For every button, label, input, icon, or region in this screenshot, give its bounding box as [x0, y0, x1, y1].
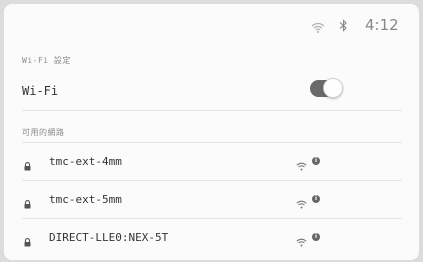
wifi-settings-header: Wi-Fi 設定	[22, 56, 71, 65]
lock-icon	[24, 232, 31, 251]
wifi-toggle-label: Wi-Fi	[22, 84, 59, 98]
network-item[interactable]: tmc-ext-4mm i	[4, 144, 419, 180]
network-name: tmc-ext-4mm	[49, 155, 122, 168]
wifi-signal-icon	[296, 194, 307, 213]
toggle-knob	[323, 78, 343, 98]
info-icon[interactable]: i	[312, 233, 320, 241]
wifi-toggle-row[interactable]: Wi-Fi	[4, 72, 419, 108]
wifi-signal-icon	[296, 232, 307, 251]
bluetooth-icon	[339, 17, 348, 36]
info-icon[interactable]: i	[312, 157, 320, 165]
divider	[22, 180, 402, 181]
divider	[22, 218, 402, 219]
network-item[interactable]: DIRECT-LLE0:NEX-5T i	[4, 220, 419, 256]
lock-icon	[24, 156, 31, 175]
settings-screen: 4:12 Wi-Fi 設定 Wi-Fi 可用的網路 tmc-ext-4mm i	[4, 4, 419, 260]
info-icon[interactable]: i	[312, 195, 320, 203]
network-name: tmc-ext-5mm	[49, 193, 122, 206]
network-name: DIRECT-LLE0:NEX-5T	[49, 231, 169, 244]
lock-icon	[24, 194, 31, 213]
divider	[22, 110, 402, 111]
divider	[22, 142, 402, 143]
available-networks-header: 可用的網路	[22, 128, 65, 137]
wifi-signal-icon	[311, 18, 325, 37]
wifi-signal-icon	[296, 156, 307, 175]
network-item[interactable]: tmc-ext-5mm i	[4, 182, 419, 218]
status-bar: 4:12	[4, 4, 419, 44]
wifi-toggle-switch[interactable]	[310, 78, 343, 98]
clock: 4:12	[365, 16, 399, 34]
